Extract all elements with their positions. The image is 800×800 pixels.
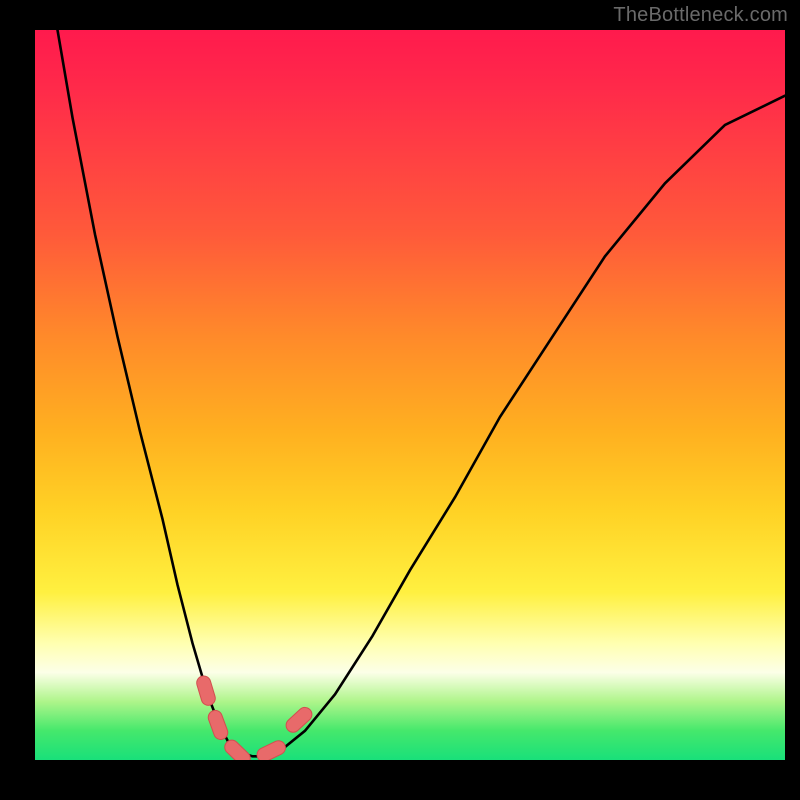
marker-left-upper (195, 674, 217, 707)
marker-bottom-right (255, 738, 288, 760)
marker-left-lower (206, 708, 229, 741)
chart-frame: TheBottleneck.com (0, 0, 800, 800)
bottleneck-curve (58, 30, 786, 756)
bottleneck-curve-svg (35, 30, 785, 760)
plot-area (35, 30, 785, 760)
marker-right-upper (283, 705, 315, 736)
curve-markers (195, 674, 315, 760)
watermark-text: TheBottleneck.com (613, 4, 788, 27)
